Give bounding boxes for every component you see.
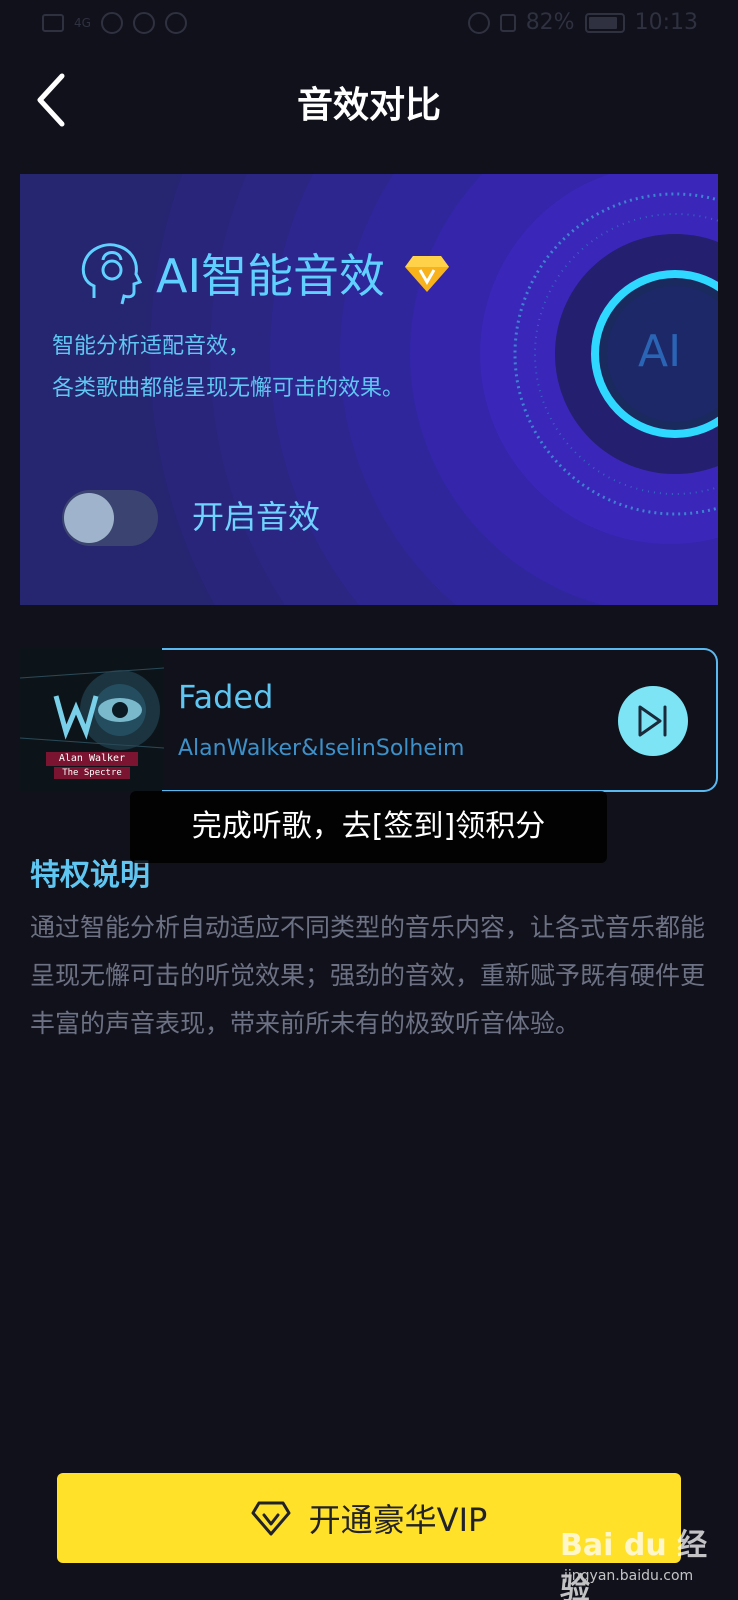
banner-title-text: AI智能音效 <box>156 249 386 303</box>
banner-title: AI智能音效 <box>76 238 450 308</box>
battery-percent: 82% <box>525 10 575 35</box>
status-left: 4G <box>42 12 187 34</box>
sound-effect-toggle[interactable] <box>62 490 158 546</box>
hd-icon <box>42 14 64 32</box>
toggle-label: 开启音效 <box>192 498 321 536</box>
ai-sound-banner: AI智能音效 智能分析适配音效， 各类歌曲都能呈现无懈可击的效果。 AI 开启音… <box>20 174 718 605</box>
song-artist: AlanWalker&IselinSolheim <box>178 736 465 761</box>
play-button[interactable] <box>618 686 688 756</box>
header: 音效对比 <box>0 52 738 148</box>
network-type: 4G <box>74 16 91 30</box>
wifi-icon <box>100 12 123 34</box>
ai-head-icon <box>81 243 143 305</box>
baidu-watermark: Bai du 经验 jingyan.baidu.com <box>560 1520 730 1600</box>
watermark-sub: jingyan.baidu.com <box>564 1568 694 1584</box>
toast-message: 完成听歌，去[签到]领积分 <box>130 791 607 863</box>
watermark-text: Bai du 经验 <box>560 1528 708 1600</box>
album-cover: Alan Walker The Spectre <box>20 648 164 792</box>
banner-desc-line2: 各类歌曲都能呈现无懈可击的效果。 <box>52 376 405 401</box>
alarm-icon <box>467 11 490 34</box>
ai-badge: AI <box>638 326 682 377</box>
clock: 10:13 <box>634 10 698 35</box>
notification-icon <box>132 12 155 34</box>
play-next-icon <box>638 705 667 737</box>
sync-icon <box>164 12 187 34</box>
album-line2: The Spectre <box>62 768 122 778</box>
song-card[interactable]: Alan Walker The Spectre Faded AlanWalker… <box>20 648 718 792</box>
banner-description: 智能分析适配音效， 各类歌曲都能呈现无懈可击的效果。 <box>52 326 404 410</box>
album-line1: Alan Walker <box>58 753 126 764</box>
page-title: 音效对比 <box>296 85 441 126</box>
diamond-icon <box>251 1501 291 1536</box>
privilege-description: 通过智能分析自动适应不同类型的音乐内容，让各式音乐都能呈现无懈可击的听觉效果；强… <box>30 913 706 1038</box>
status-bar: 4G 82% 10:13 <box>0 0 738 52</box>
banner-desc-line1: 智能分析适配音效， <box>52 334 251 359</box>
status-right: 82% 10:13 <box>467 10 698 35</box>
vibrate-icon <box>499 13 516 32</box>
battery-icon <box>584 12 625 33</box>
toggle-knob <box>64 493 114 543</box>
song-title: Faded <box>178 678 274 716</box>
vip-gem-icon <box>405 256 450 292</box>
vip-button-label: 开通豪华VIP <box>308 1501 488 1539</box>
